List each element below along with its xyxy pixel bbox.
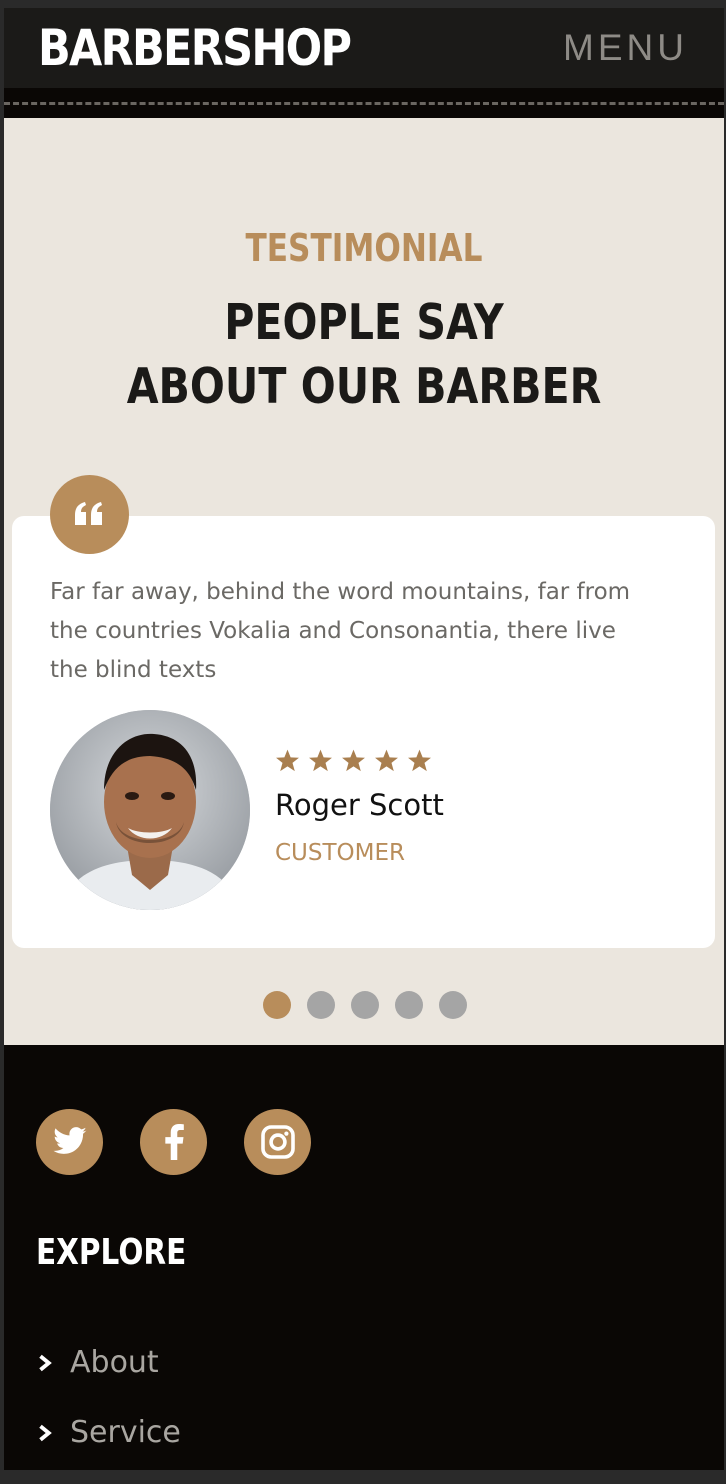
page-frame: BARBERSHOP MENU TESTIMONIAL PEOPLE SAY A… [4,8,724,1470]
carousel-dots [263,991,467,1019]
footer-link-label: Service [70,1415,181,1450]
header-divider [4,102,724,105]
testimonial-section: TESTIMONIAL PEOPLE SAY ABOUT OUR BARBER … [4,118,724,1045]
twitter-link[interactable] [36,1109,103,1175]
heading-line-2: ABOUT OUR BARBER [126,358,602,415]
star-icon [375,749,398,772]
star-icon [408,749,431,772]
customer-role: CUSTOMER [275,840,406,866]
customer-name: Roger Scott [275,788,444,822]
customer-avatar [50,710,250,910]
carousel-dot-2[interactable] [307,991,335,1019]
instagram-icon [260,1125,295,1159]
carousel-dot-5[interactable] [439,991,467,1019]
star-icon [309,749,332,772]
carousel-dot-3[interactable] [351,991,379,1019]
testimonial-quote: Far far away, behind the word mountains,… [50,579,631,683]
section-eyebrow: TESTIMONIAL [245,226,483,270]
menu-button[interactable]: MENU [563,26,688,70]
facebook-link[interactable] [140,1109,207,1175]
star-icon [276,749,299,772]
quote-badge [50,475,129,554]
site-footer: EXPLORE About Service [4,1045,724,1470]
explore-heading: EXPLORE [36,1232,187,1273]
facebook-icon [164,1124,184,1160]
rating-stars [275,748,432,773]
star-icon [342,749,365,772]
site-logo[interactable]: BARBERSHOP [38,18,352,78]
heading-line-1: PEOPLE SAY [224,294,504,351]
footer-link-label: About [70,1345,159,1380]
carousel-dot-1[interactable] [263,991,291,1019]
instagram-link[interactable] [244,1109,311,1175]
footer-link-service[interactable]: Service [36,1415,181,1451]
section-heading: PEOPLE SAY ABOUT OUR BARBER [62,291,667,419]
site-header: BARBERSHOP MENU [4,8,724,88]
carousel-dot-4[interactable] [395,991,423,1019]
twitter-icon [53,1127,86,1154]
chevron-right-icon [39,1424,52,1442]
chevron-right-icon [39,1354,52,1372]
quote-left-icon [75,502,102,525]
footer-link-about[interactable]: About [36,1345,159,1381]
